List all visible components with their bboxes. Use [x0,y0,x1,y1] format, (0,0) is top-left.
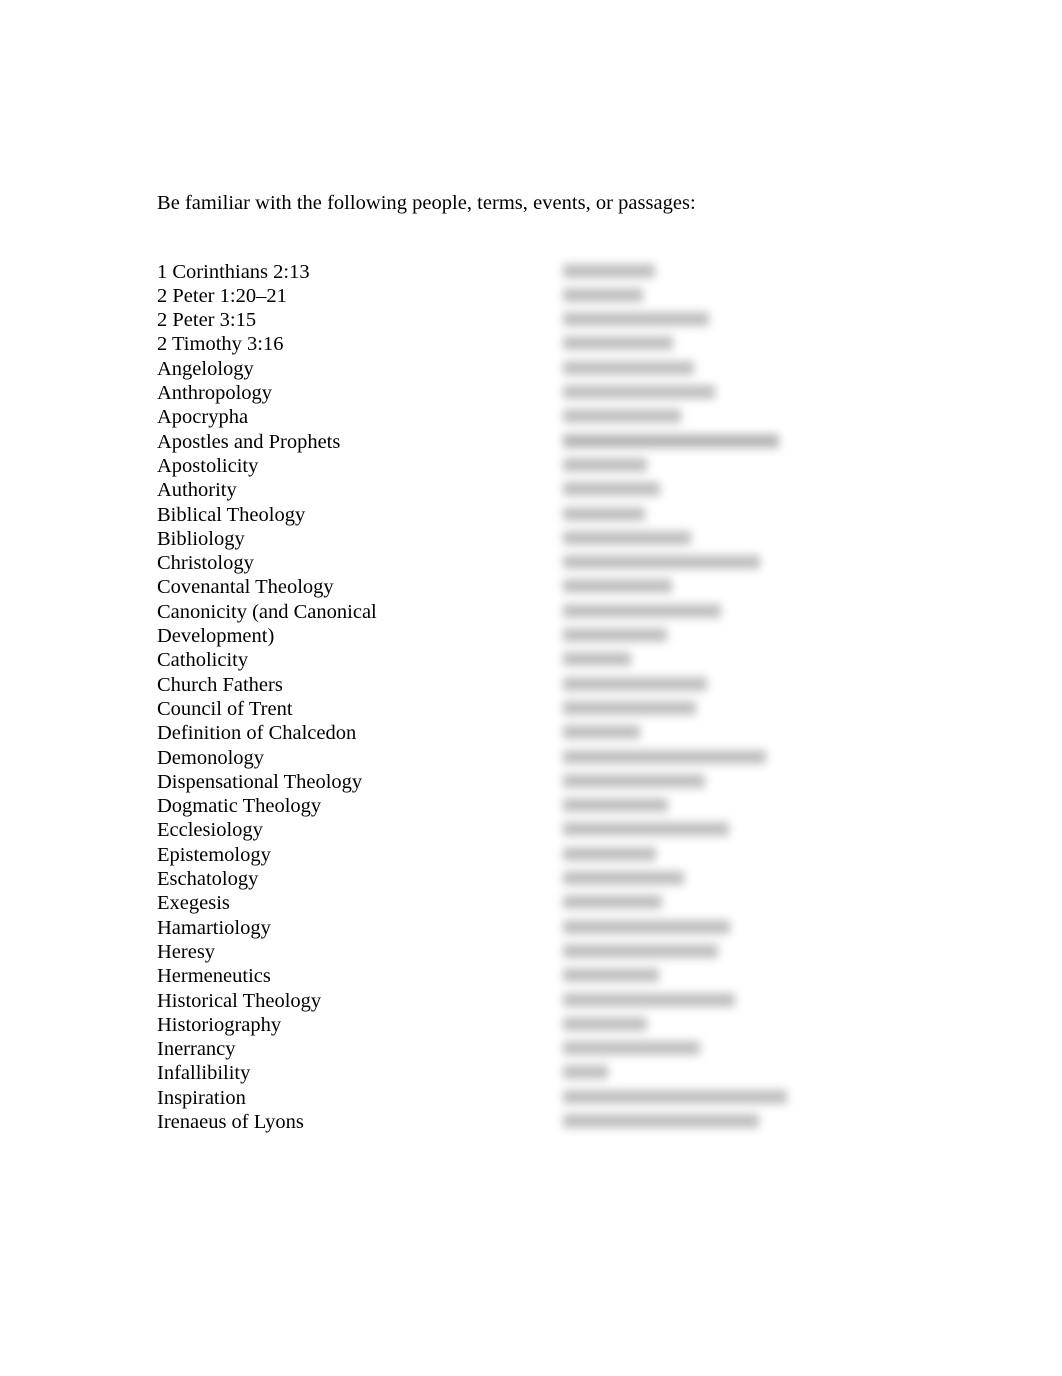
list-item: Definition of Chalcedon [157,722,357,745]
list-item-blurred [563,1061,923,1085]
list-item: Infallibility [157,1062,251,1085]
list-item-blurred [563,575,923,599]
list-item-blurred [563,1037,923,1061]
list-item-blurred [563,721,923,745]
list-item-blurred [563,964,923,988]
list-item: Angelology [157,357,254,380]
list-item-blurred [563,673,923,697]
list-item: Hermeneutics [157,965,271,988]
term-list-left-column: 1 Corinthians 2:13 2 Peter 1:20–21 2 Peter… [157,260,557,1135]
list-item: Demonology [157,746,265,769]
list-item: Covenantal Theology [157,576,334,599]
list-item: Historiography [157,1013,282,1036]
list-item-blurred [563,381,923,405]
list-item-blurred [563,600,923,624]
list-item: Hamartiology [157,916,271,939]
list-item-blurred [563,867,923,891]
list-item: Inspiration [157,1086,246,1109]
list-item: Canonicity (and Canonical Development) [157,600,377,648]
list-item-blurred [563,697,923,721]
list-item-blurred [563,1013,923,1037]
list-item-blurred [563,284,923,308]
list-item: Apocrypha [157,406,249,429]
list-item: 2 Peter 3:15 [157,309,257,332]
list-item-blurred [563,770,923,794]
list-item: Inerrancy [157,1038,236,1061]
term-list-columns: 1 Corinthians 2:13 2 Peter 1:20–21 2 Peter… [157,260,917,1135]
list-item-blurred [563,454,923,478]
list-item-blurred [563,916,923,940]
list-item-blurred [563,551,923,575]
list-item: Biblical Theology [157,503,306,526]
list-item: Dogmatic Theology [157,795,322,818]
list-item-blurred [563,746,923,770]
list-item-blurred [563,478,923,502]
list-item: Apostles and Prophets [157,430,341,453]
list-item: Historical Theology [157,989,322,1012]
document-body: Be familiar with the following people, t… [157,170,917,1134]
list-item: Epistemology [157,843,271,866]
list-item: Exegesis [157,892,230,915]
list-item-blurred [563,940,923,964]
list-item: Apostolicity [157,454,259,477]
list-item: Eschatology [157,868,259,891]
list-item: Anthropology [157,382,273,405]
list-item-blurred [563,1110,923,1134]
list-item-blurred [563,260,923,284]
list-item-blurred [563,430,923,454]
list-item-blurred [563,794,923,818]
list-item: Catholicity [157,649,249,672]
list-item-blurred [563,332,923,356]
list-item: Church Fathers [157,673,283,696]
list-item: Christology [157,552,254,575]
list-item-blurred [563,818,923,842]
list-item-blurred [563,891,923,915]
list-item: 1 Corinthians 2:13 [157,260,310,283]
list-item: Heresy [157,940,216,963]
intro-paragraph: Be familiar with the following people, t… [157,191,696,214]
list-item-blurred [563,624,923,648]
term-list-right-column-blurred [563,260,923,1135]
list-item: Dispensational Theology [157,770,363,793]
list-item: Authority [157,479,237,502]
list-item: Irenaeus of Lyons [157,1110,304,1133]
list-item-blurred [563,989,923,1013]
list-item-blurred [563,503,923,527]
list-item-blurred [563,843,923,867]
list-item-blurred [563,357,923,381]
list-item-blurred [563,405,923,429]
list-item-blurred [563,527,923,551]
list-item-blurred [563,1086,923,1110]
list-item: 2 Peter 1:20–21 [157,284,287,307]
list-item: Council of Trent [157,697,293,720]
list-item: 2 Timothy 3:16 [157,333,284,356]
document-page: Be familiar with the following people, t… [0,0,1062,1376]
list-item-blurred [563,648,923,672]
list-item-blurred [563,308,923,332]
list-item: Ecclesiology [157,819,263,842]
list-item: Bibliology [157,527,245,550]
